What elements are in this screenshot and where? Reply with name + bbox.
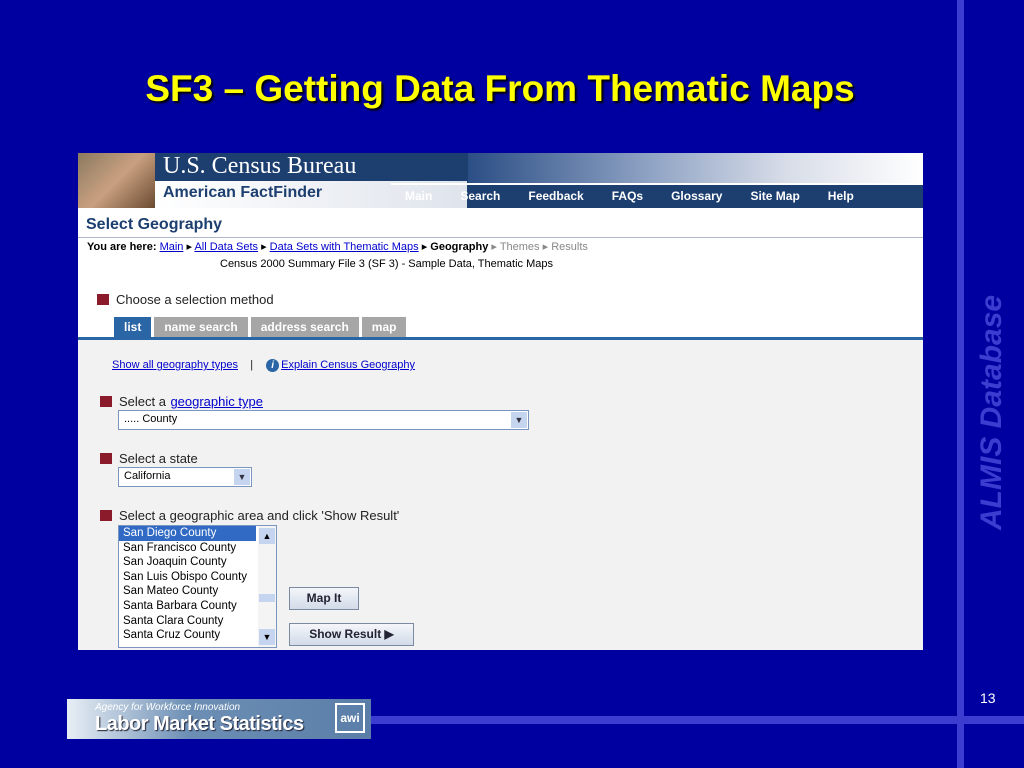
state-select[interactable]: California ▼ (118, 467, 252, 487)
method-tabs: list name search address search map (114, 317, 407, 337)
nav-faqs[interactable]: FAQs (598, 185, 657, 208)
tab-address-search[interactable]: address search (250, 317, 359, 337)
list-item[interactable]: San Diego County (119, 526, 256, 541)
page-number: 13 (980, 690, 996, 706)
list-item[interactable]: San Francisco County (119, 541, 256, 556)
geographic-type-link[interactable]: geographic type (170, 394, 263, 409)
tab-name-search[interactable]: name search (154, 317, 248, 337)
breadcrumb: You are here: Main ▸ All Data Sets ▸ Dat… (87, 241, 588, 253)
tab-list[interactable]: list (114, 317, 152, 337)
crumb-main[interactable]: Main (160, 241, 184, 253)
separator: | (250, 359, 254, 371)
explain-geography-link[interactable]: Explain Census Geography (281, 359, 415, 371)
nav-main[interactable]: Main (391, 185, 446, 208)
list-item[interactable]: Santa Cruz County (119, 628, 256, 643)
bullet-icon (100, 453, 112, 464)
lms-logo: Agency for Workforce Innovation Labor Ma… (67, 699, 371, 739)
nav-help[interactable]: Help (814, 185, 868, 208)
breadcrumb-label: You are here: (87, 241, 157, 253)
area-label: Select a geographic area and click 'Show… (119, 508, 400, 523)
geographic-area-listbox[interactable]: San Diego County San Francisco County Sa… (118, 525, 277, 648)
chevron-down-icon: ▼ (234, 469, 250, 485)
geo-type-value: ..... County (124, 413, 178, 425)
bureau-name: U.S. Census Bureau (163, 153, 357, 179)
geo-type-label: Select a (119, 394, 166, 409)
list-item[interactable]: San Joaquin County (119, 555, 256, 570)
method-label: Choose a selection method (116, 292, 274, 307)
logo-name: Labor Market Statistics (95, 713, 304, 735)
list-item[interactable]: San Mateo County (119, 584, 256, 599)
person-photo (78, 153, 155, 208)
show-result-button[interactable]: Show Result ▶ (289, 623, 414, 646)
page-title: Select Geography (78, 208, 923, 238)
bullet-icon (100, 396, 112, 407)
scroll-thumb[interactable] (259, 594, 275, 602)
list-item[interactable]: Santa Clara County (119, 614, 256, 629)
flag-banner (468, 153, 923, 183)
bullet-icon (97, 294, 109, 305)
listbox-scrollbar[interactable]: ▲ ▼ (258, 526, 276, 647)
logo-agency: Agency for Workforce Innovation (95, 702, 241, 713)
crumb-themes: Themes (499, 241, 540, 253)
side-label: ALMIS Database (975, 294, 1008, 530)
info-icon: i (266, 359, 280, 372)
state-value: California (124, 470, 171, 482)
bullet-icon (100, 510, 112, 521)
chevron-down-icon: ▼ (511, 412, 527, 428)
tab-underline (78, 337, 923, 340)
crumb-results: Results (551, 241, 588, 253)
nav-site-map[interactable]: Site Map (736, 185, 813, 208)
awi-logo-icon: awi (335, 703, 365, 733)
census-screenshot: U.S. Census Bureau American FactFinder M… (78, 153, 923, 650)
tab-map[interactable]: map (361, 317, 407, 337)
list-item[interactable]: Santa Barbara County (119, 599, 256, 614)
site-header: U.S. Census Bureau American FactFinder M… (78, 153, 923, 208)
scroll-down-icon[interactable]: ▼ (259, 629, 275, 645)
nav-glossary[interactable]: Glossary (657, 185, 736, 208)
geographic-type-select[interactable]: ..... County ▼ (118, 410, 529, 430)
list-item[interactable]: San Luis Obispo County (119, 570, 256, 585)
crumb-thematic-maps[interactable]: Data Sets with Thematic Maps (270, 241, 419, 253)
nav-feedback[interactable]: Feedback (514, 185, 597, 208)
links-row: Show all geography types | i Explain Cens… (112, 359, 415, 372)
decor-horizontal-line (370, 716, 1024, 724)
dataset-name: Census 2000 Summary File 3 (SF 3) - Samp… (220, 258, 553, 270)
slide-title: SF3 – Getting Data From Thematic Maps (145, 68, 855, 109)
nav-search[interactable]: Search (446, 185, 514, 208)
show-all-geography-link[interactable]: Show all geography types (112, 359, 238, 371)
scroll-up-icon[interactable]: ▲ (259, 528, 275, 544)
state-label: Select a state (119, 451, 198, 466)
map-it-button[interactable]: Map It (289, 587, 359, 610)
crumb-all-data-sets[interactable]: All Data Sets (194, 241, 258, 253)
crumb-current: Geography (430, 241, 489, 253)
main-nav: Main Search Feedback FAQs Glossary Site … (391, 183, 923, 208)
decor-vertical-line (957, 0, 964, 768)
